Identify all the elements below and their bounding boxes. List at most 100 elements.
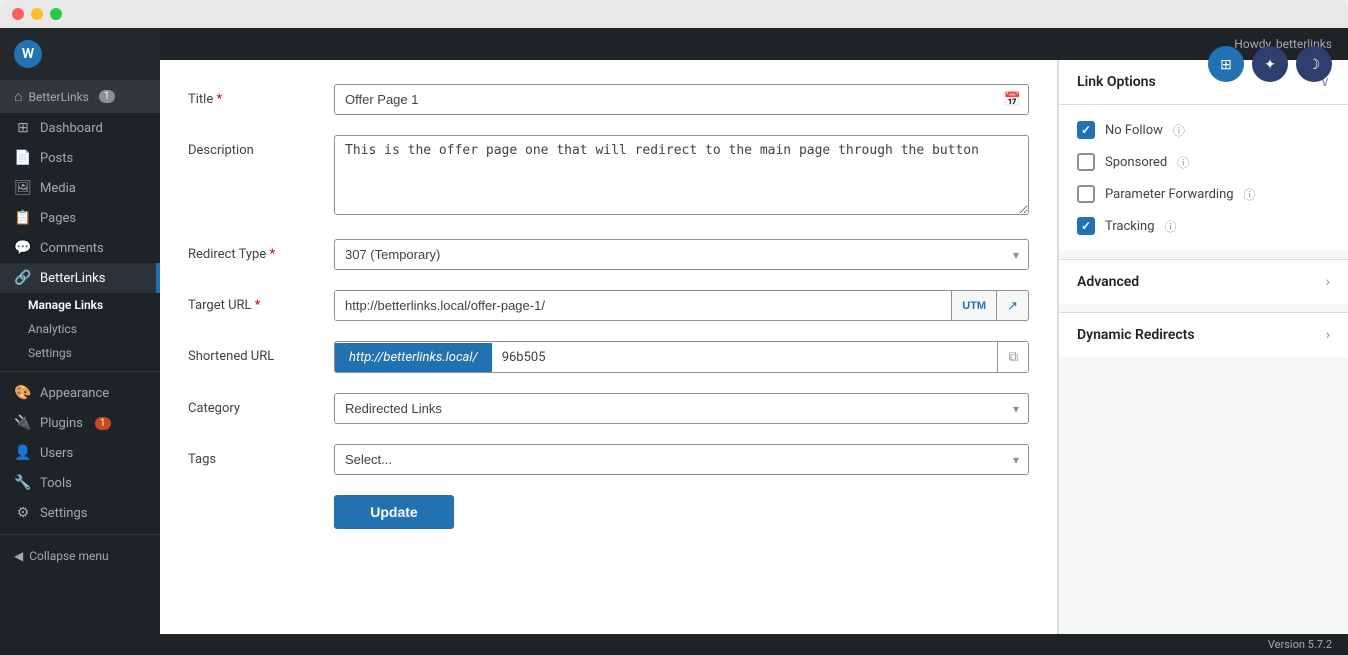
admin-bar: Howdy, betterlinks [160,28,1348,60]
sidebar-subitem-manage-links[interactable]: Manage Links [0,293,160,317]
shortened-url-row: Shortened URL http://betterlinks.local/ … [188,341,1029,373]
category-select[interactable]: Redirected Links Uncategorized [334,393,1029,424]
sidebar-subitem-analytics[interactable]: Analytics [0,317,160,341]
maximize-dot[interactable] [50,8,62,20]
tracking-checkmark: ✓ [1081,219,1091,233]
category-label: Category [188,393,318,416]
sun-view-button[interactable]: ✦ [1252,60,1288,82]
title-required: * [213,92,222,107]
tags-select[interactable]: Select... [334,444,1029,475]
no-follow-checkmark: ✓ [1081,123,1091,137]
link-options-title: Link Options [1077,74,1156,90]
parameter-forwarding-label: Parameter Forwarding [1105,187,1234,202]
sidebar-item-comments[interactable]: 💬 Comments [0,233,160,263]
betterlinks-icon: 🔗 [14,270,32,286]
settings-global-label: Settings [40,506,87,521]
target-url-row: Target URL * UTM ↗ [188,290,1029,321]
tags-select-wrap: Select... ▾ [334,444,1029,475]
sidebar-divider-2 [0,534,160,535]
title-control-wrap: 📅 [334,84,1029,115]
analytics-label: Analytics [28,322,77,336]
redirect-type-select[interactable]: 307 (Temporary) 301 (Permanent) 302 (Tem… [334,239,1029,270]
sidebar-item-label-betterlinks: BetterLinks [40,271,105,286]
description-textarea[interactable]: This is the offer page one that will red… [334,135,1029,215]
minimize-dot[interactable] [31,8,43,20]
redirect-type-row: Redirect Type * 307 (Temporary) 301 (Per… [188,239,1029,270]
view-toggle-group: ⊞ ✦ ☽ [1208,60,1332,82]
close-dot[interactable] [12,8,24,20]
sidebar-divider [0,371,160,372]
pages-icon: 📋 [14,210,32,226]
sidebar-item-label-dashboard: Dashboard [40,121,103,136]
shortened-url-base[interactable]: http://betterlinks.local/ [335,343,492,372]
collapse-label: Collapse menu [29,549,108,563]
title-input[interactable] [334,84,1029,115]
tags-row: Tags Select... ▾ [188,444,1029,475]
parameter-forwarding-row: Parameter Forwarding ⓘ [1077,185,1330,203]
redirect-type-control-wrap: 307 (Temporary) 301 (Permanent) 302 (Tem… [334,239,1029,270]
sidebar-item-label-pages: Pages [40,211,76,226]
collapse-menu-button[interactable]: ◀ Collapse menu [0,541,160,571]
link-options-body: ✓ No Follow ⓘ Sponsored ⓘ [1059,105,1348,251]
no-follow-info-icon[interactable]: ⓘ [1173,122,1185,139]
sponsored-info-icon[interactable]: ⓘ [1177,154,1189,171]
dynamic-redirects-section: Dynamic Redirects › [1059,312,1348,357]
advanced-title: Advanced [1077,274,1139,290]
copy-button[interactable]: ⧉ [997,342,1028,372]
media-icon: 🖼 [14,180,32,196]
notification-badge: 1 [99,90,115,103]
sidebar-logo: W [0,28,160,80]
tracking-info-icon[interactable]: ⓘ [1165,218,1177,235]
parameter-forwarding-checkbox[interactable] [1077,185,1095,203]
sidebar-item-dashboard[interactable]: ⊞ Dashboard [0,113,160,143]
description-control-wrap: This is the offer page one that will red… [334,135,1029,219]
sidebar-item-settings-global[interactable]: ⚙ Settings [0,498,160,528]
comments-icon: 💬 [14,240,32,256]
sponsored-checkbox[interactable] [1077,153,1095,171]
settings-icon: ⚙ [14,505,32,521]
grid-view-button[interactable]: ⊞ [1208,60,1244,82]
tracking-checkbox[interactable]: ✓ [1077,217,1095,235]
sidebar-item-tools[interactable]: 🔧 Tools [0,468,160,498]
tools-label: Tools [40,476,72,491]
share-button[interactable]: ↗ [996,291,1028,320]
sidebar-top-bar: ⌂ BetterLinks 1 [0,80,160,113]
users-icon: 👤 [14,445,32,461]
sidebar-item-betterlinks[interactable]: 🔗 BetterLinks [0,263,160,293]
advanced-chevron-icon: › [1326,274,1330,290]
parameter-forwarding-info-icon[interactable]: ⓘ [1244,186,1256,203]
target-url-control-wrap: UTM ↗ [334,290,1029,321]
category-row: Category Redirected Links Uncategorized … [188,393,1029,424]
sidebar-item-plugins[interactable]: 🔌 Plugins 1 [0,408,160,438]
description-row: Description This is the offer page one t… [188,135,1029,219]
sidebar-item-label-comments: Comments [40,241,104,256]
moon-view-button[interactable]: ☽ [1296,60,1332,82]
shortened-url-control-wrap: http://betterlinks.local/ 96b505 ⧉ [334,341,1029,373]
sidebar-item-posts[interactable]: 📄 Posts [0,143,160,173]
update-control-wrap: Update [334,495,1029,529]
redirect-required: * [266,247,275,262]
target-url-input[interactable] [335,291,951,320]
title-input-wrap: 📅 [334,84,1029,115]
update-row: Update [188,495,1029,529]
sidebar-subitem-settings[interactable]: Settings [0,341,160,365]
title-row: Title * 📅 [188,84,1029,115]
sidebar-item-appearance[interactable]: 🎨 Appearance [0,378,160,408]
sidebar-item-users[interactable]: 👤 Users [0,438,160,468]
dashboard-icon: ⊞ [14,120,32,136]
dynamic-redirects-header[interactable]: Dynamic Redirects › [1059,313,1348,357]
description-label: Description [188,135,318,158]
appearance-icon: 🎨 [14,385,32,401]
appearance-label: Appearance [40,386,109,401]
advanced-header[interactable]: Advanced › [1059,260,1348,304]
main-area: Howdy, betterlinks Title * 📅 [160,28,1348,655]
utm-button[interactable]: UTM [951,291,996,320]
version-text: Version 5.7.2 [1268,638,1332,651]
sidebar-item-media[interactable]: 🖼 Media [0,173,160,203]
title-label: Title * [188,84,318,107]
update-button[interactable]: Update [334,495,454,529]
users-label: Users [40,446,73,461]
sidebar-item-pages[interactable]: 📋 Pages [0,203,160,233]
no-follow-checkbox[interactable]: ✓ [1077,121,1095,139]
manage-links-label: Manage Links [28,298,103,312]
